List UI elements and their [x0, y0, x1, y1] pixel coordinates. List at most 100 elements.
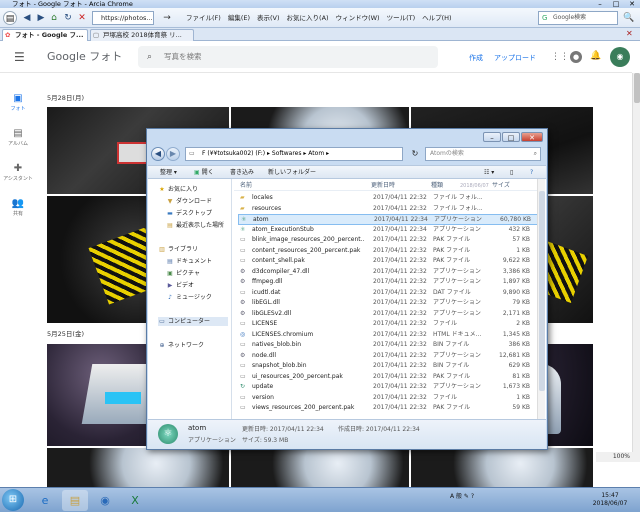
- upload-button[interactable]: アップロード: [494, 53, 536, 63]
- file-row[interactable]: ⚙ ffmpeg.dll 2017/04/11 22:32 アプリケーション 1,897…: [238, 277, 538, 288]
- file-row[interactable]: ◎ LICENSES.chromium 2017/04/11 22:32 HTML ド…: [238, 330, 538, 341]
- stop-icon[interactable]: ✕: [75, 11, 89, 25]
- view-options-icon[interactable]: ☷ ▾: [484, 166, 494, 179]
- refresh-icon[interactable]: ↻: [409, 147, 421, 161]
- new-folder-button[interactable]: 新しいフォルダー: [268, 166, 316, 179]
- maximize-button[interactable]: □: [608, 0, 624, 8]
- notifications-icon[interactable]: 🔔: [590, 51, 601, 61]
- create-button[interactable]: 作成: [469, 53, 483, 63]
- organize-button[interactable]: 整理 ▾: [160, 166, 177, 179]
- scroll-thumb[interactable]: [539, 191, 545, 391]
- photos-search-input[interactable]: ⌕ 写真を検索: [138, 46, 438, 68]
- minimize-button[interactable]: –: [592, 0, 608, 8]
- file-row[interactable]: ▭ snapshot_blob.bin 2017/04/11 22:32 BIN ファ…: [238, 361, 538, 372]
- file-row[interactable]: ▰ locales 2017/04/11 22:32 ファイル フォル...: [238, 193, 538, 204]
- start-button[interactable]: ⊞: [2, 489, 24, 511]
- tab-totsuka[interactable]: ▢ 戸塚高校 2018体育祭 リ...: [90, 29, 194, 41]
- nav-assistant[interactable]: ✚ アシスタント: [0, 163, 36, 182]
- help-icon[interactable]: ?: [530, 166, 533, 179]
- menu-file[interactable]: ファイル(F): [186, 13, 221, 23]
- column-type[interactable]: 種類: [431, 181, 443, 191]
- search-go-icon[interactable]: 🔍: [622, 11, 636, 25]
- photo-thumbnail[interactable]: [231, 448, 409, 487]
- close-tab-icon[interactable]: ✕: [626, 29, 633, 38]
- file-row[interactable]: ▭ blink_image_resources_200_percent... 201…: [238, 235, 538, 246]
- ie-icon[interactable]: e: [32, 490, 58, 511]
- address-bar[interactable]: https://photos...: [92, 11, 154, 25]
- column-date[interactable]: 更新日時: [371, 181, 395, 191]
- column-name[interactable]: 名前: [240, 181, 252, 191]
- file-row[interactable]: ⚙ libGLESv2.dll 2017/04/11 22:32 アプリケーション 2,…: [238, 309, 538, 320]
- nav-downloads[interactable]: ▼ ダウンロード: [166, 197, 212, 206]
- preview-pane-icon[interactable]: ▯: [510, 166, 513, 179]
- file-row[interactable]: ▭ content_shell.pak 2017/04/11 22:32 PAK ファ…: [238, 256, 538, 267]
- forward-icon[interactable]: ▶: [166, 147, 180, 161]
- apps-grid-icon[interactable]: ⋮⋮: [551, 52, 569, 62]
- photo-thumbnail[interactable]: [411, 448, 593, 487]
- open-button[interactable]: ▣ 開く: [194, 166, 214, 179]
- nav-recent[interactable]: ▤ 最近表示した場所: [166, 221, 224, 230]
- go-button[interactable]: →: [160, 11, 174, 25]
- nav-computer[interactable]: ▭ コンピューター: [158, 317, 228, 326]
- explorer-icon[interactable]: ▤: [62, 490, 88, 511]
- menu-help[interactable]: ヘルプ(H): [422, 13, 451, 23]
- menu-window[interactable]: ウィンドウ(W): [336, 13, 380, 23]
- nav-videos[interactable]: ▶ ビデオ: [166, 281, 194, 290]
- nav-documents[interactable]: ▤ ドキュメント: [166, 257, 212, 266]
- file-row[interactable]: ↻ update 2017/04/11 22:32 アプリケーション 1,673 KB: [238, 382, 538, 393]
- dialog-minimize-button[interactable]: –: [483, 132, 501, 142]
- chrome-browser-icon[interactable]: ◉: [92, 490, 118, 511]
- file-row[interactable]: ▭ version 2017/04/11 22:32 ファイル 1 KB: [238, 393, 538, 404]
- menu-icon[interactable]: ☰: [14, 51, 25, 63]
- burn-button[interactable]: 書き込み: [230, 166, 254, 179]
- path-breadcrumb[interactable]: ▭ F (¥¥totsuka002) (F:) ▸ Softwares ▸ At…: [185, 147, 403, 161]
- page-icon[interactable]: ▤: [3, 11, 17, 25]
- browser-search-box[interactable]: G Google検索: [538, 11, 618, 25]
- file-row[interactable]: ⚙ libEGL.dll 2017/04/11 22:32 アプリケーション 79 KB: [238, 298, 538, 309]
- menu-edit[interactable]: 編集(E): [228, 13, 250, 23]
- menu-view[interactable]: 表示(V): [257, 13, 280, 23]
- account-circle-icon[interactable]: ●: [570, 51, 582, 63]
- file-row[interactable]: ▭ LICENSE 2017/04/11 22:32 ファイル 2 KB: [238, 319, 538, 330]
- file-row[interactable]: ⚛ atom_ExecutionStub 2017/04/11 22:34 アプリケー…: [238, 225, 538, 236]
- zoom-level[interactable]: 100%: [596, 452, 640, 462]
- avatar[interactable]: ◉: [610, 47, 630, 67]
- dialog-maximize-button[interactable]: □: [502, 132, 520, 142]
- file-row[interactable]: ⚙ d3dcompiler_47.dll 2017/04/11 22:32 アプリケー…: [238, 267, 538, 278]
- file-row[interactable]: ▰ resources 2017/04/11 22:32 ファイル フォル...: [238, 204, 538, 215]
- home-icon[interactable]: ⌂: [47, 11, 61, 25]
- file-row[interactable]: ▭ views_resources_200_percent.pak 2017/04/…: [238, 403, 538, 414]
- file-row[interactable]: ⚙ node.dll 2017/04/11 22:32 アプリケーション 12,681 …: [238, 351, 538, 362]
- photo-thumbnail[interactable]: [47, 448, 229, 487]
- taskbar-clock[interactable]: 15:47 2018/06/07: [588, 492, 632, 508]
- google-photos-logo[interactable]: Google フォト: [47, 50, 122, 64]
- back-button[interactable]: ◀: [20, 11, 34, 25]
- menu-favorites[interactable]: お気に入り(A): [287, 13, 329, 23]
- nav-photos[interactable]: ▣ フォト: [0, 93, 36, 112]
- page-scrollbar[interactable]: [632, 73, 640, 452]
- file-row[interactable]: ▭ icudtl.dat 2017/04/11 22:32 DAT ファイル 9,890…: [238, 288, 538, 299]
- menu-tools[interactable]: ツール(T): [387, 13, 416, 23]
- tab-google-photos[interactable]: ✿ フォト - Google フ...: [2, 29, 88, 41]
- folder-search-input[interactable]: Atomの検索 ⌕: [425, 147, 541, 161]
- column-size[interactable]: サイズ: [492, 181, 510, 191]
- system-tray[interactable]: A 般 ✎ ?: [450, 493, 474, 500]
- nav-desktop[interactable]: ▬ デスクトップ: [166, 209, 212, 218]
- nav-pictures[interactable]: ▣ ピクチャ: [166, 269, 200, 278]
- excel-icon[interactable]: X: [122, 490, 148, 511]
- file-list-scrollbar[interactable]: [537, 179, 545, 419]
- file-row[interactable]: ⚛ atom 2017/04/11 22:34 アプリケーション 60,780 KB: [238, 214, 538, 225]
- refresh-icon[interactable]: ↻: [61, 11, 75, 25]
- nav-albums[interactable]: ▤ アルバム: [0, 128, 36, 147]
- scroll-thumb[interactable]: [634, 73, 640, 103]
- nav-libraries[interactable]: ▥ ライブラリ: [158, 245, 198, 254]
- dialog-close-button[interactable]: ✕: [521, 132, 543, 142]
- file-row[interactable]: ▭ ui_resources_200_percent.pak 2017/04/11 …: [238, 372, 538, 383]
- nav-favorites[interactable]: ★ お気に入り: [158, 185, 198, 194]
- nav-music[interactable]: ♪ ミュージック: [166, 293, 212, 302]
- file-row[interactable]: ▭ content_resources_200_percent.pak 2017/0…: [238, 246, 538, 257]
- file-row[interactable]: ▭ natives_blob.bin 2017/04/11 22:32 BIN ファイ…: [238, 340, 538, 351]
- nav-sharing[interactable]: 👥 共有: [0, 198, 36, 217]
- forward-button[interactable]: ▶: [34, 11, 48, 25]
- back-icon[interactable]: ◀: [151, 147, 165, 161]
